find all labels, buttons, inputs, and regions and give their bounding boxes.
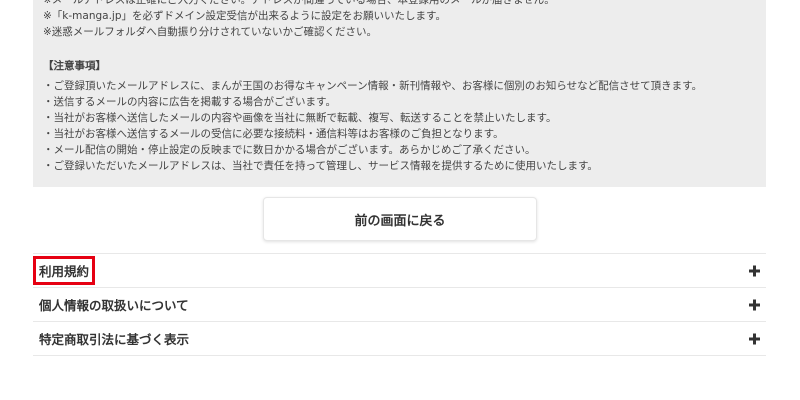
- notice-bullet: ・当社がお客様へ送信するメールの受信に必要な接続料・通信料等はお客様のご負担とな…: [43, 128, 504, 140]
- notice-line: ※迷惑メールフォルダへ自動振り分けされていないかご確認ください。: [43, 26, 377, 38]
- notice-line: ※「k-manga.jp」を必ずドメイン設定受信が出来るように設定をお願いいたし…: [43, 10, 446, 22]
- notice-bullet: ・ご登録頂いたメールアドレスに、まんが王国のお得なキャンペーン情報・新刊情報や、…: [43, 80, 703, 92]
- notice-bullets: ・ご登録頂いたメールアドレスに、まんが王国のお得なキャンペーン情報・新刊情報や、…: [43, 78, 756, 174]
- plus-icon[interactable]: [749, 265, 760, 276]
- notice-bullet: ・送信するメールの内容に広告を掲載する場合がございます。: [43, 96, 336, 108]
- accordion-item-label: 個人情報の取扱いについて: [39, 298, 189, 313]
- notice-heading: 【注意事項】: [43, 60, 106, 72]
- back-button-label: 前の画面に戻る: [354, 213, 446, 229]
- footer-accordion: 利用規約 個人情報の取扱いについて 特定商取引法に基づく表示: [33, 253, 766, 356]
- accordion-item-label: 特定商取引法に基づく表示: [39, 332, 190, 347]
- notice-bullet: ・ご登録いただいたメールアドレスは、当社で責任を持って管理し、サービス情報を提供…: [43, 160, 598, 172]
- page: ※メールアドレスは正確にご入力ください。アドレスが間違っている場合、本登録用のメ…: [0, 0, 800, 400]
- notice-bullet: ・当社がお客様へ送信したメールの内容や画像を当社に無断で転載、複写、転送すること…: [43, 112, 557, 124]
- accordion-item-commercial-law[interactable]: 特定商取引法に基づく表示: [33, 321, 766, 356]
- accordion-item-label: 利用規約: [33, 256, 96, 285]
- accordion-item-terms[interactable]: 利用規約: [33, 253, 766, 287]
- notice-line: ※メールアドレスは正確にご入力ください。アドレスが間違っている場合、本登録用のメ…: [43, 0, 555, 6]
- notice-top-lines: ※メールアドレスは正確にご入力ください。アドレスが間違っている場合、本登録用のメ…: [43, 0, 756, 40]
- back-button[interactable]: 前の画面に戻る: [263, 197, 537, 241]
- notice-box: ※メールアドレスは正確にご入力ください。アドレスが間違っている場合、本登録用のメ…: [33, 0, 766, 187]
- plus-icon[interactable]: [749, 299, 760, 310]
- notice-bullet: ・メール配信の開始・停止設定の反映までに数日かかる場合がございます。あらかじめご…: [43, 144, 536, 156]
- accordion-item-privacy[interactable]: 個人情報の取扱いについて: [33, 287, 766, 321]
- plus-icon[interactable]: [749, 333, 760, 344]
